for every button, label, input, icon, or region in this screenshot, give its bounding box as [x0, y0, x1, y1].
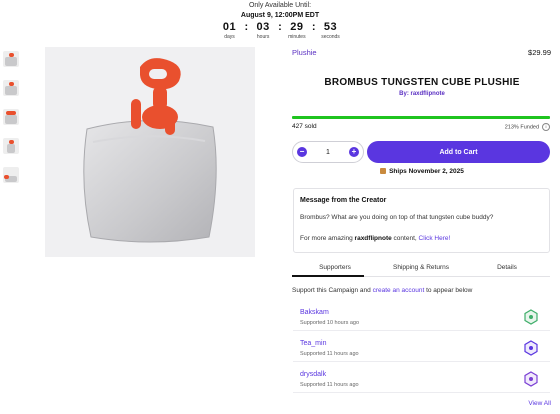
supporter-name[interactable]: Bakskam — [300, 309, 329, 316]
funding-progress-bar — [292, 116, 550, 119]
countdown-hours: 03 hours — [252, 21, 274, 40]
product-image — [45, 47, 255, 257]
supporter-time: Supported 11 hours ago — [300, 351, 359, 357]
countdown-days-value: 01 — [222, 21, 237, 33]
countdown-days-label: days — [224, 34, 235, 40]
availability-heading: Only Available Until: — [248, 2, 312, 9]
decrease-quantity-button[interactable]: − — [297, 147, 307, 157]
countdown-hours-value: 03 — [256, 21, 270, 33]
view-all-supporters-link[interactable]: View All — [500, 400, 551, 407]
thumbnail-list — [3, 51, 21, 183]
supporter-row — [293, 366, 550, 393]
product-title: BROMBUS TUNGSTEN CUBE PLUSHIE — [324, 77, 520, 88]
supporter-badge-icon — [524, 340, 538, 356]
tab-shipping-returns[interactable]: Shipping & Returns — [378, 264, 464, 276]
countdown-seconds-label: seconds — [321, 34, 340, 40]
supporter-row — [293, 304, 550, 331]
ship-date-text: Ships November 2, 2025 — [389, 168, 464, 175]
increase-quantity-button[interactable]: + — [349, 147, 359, 157]
supporter-badge-icon — [524, 309, 538, 325]
creator-message-footer: For more amazing raxdflipnote content, C… — [300, 235, 450, 242]
note-text: to appear below — [424, 287, 473, 294]
countdown-separator: : — [244, 21, 249, 33]
supporter-time: Supported 11 hours ago — [300, 382, 359, 388]
add-to-cart-button[interactable]: Add to Cart — [367, 141, 550, 163]
countdown-seconds-value: 53 — [323, 21, 338, 33]
plushie-illustration — [83, 58, 217, 243]
thumbnail-3[interactable] — [3, 109, 19, 125]
creator-name: raxdflipnote — [354, 235, 392, 242]
supporter-badge-icon — [524, 371, 538, 387]
quantity-value[interactable]: 1 — [326, 149, 330, 156]
creator-message-body: Brombus? What are you doing on top of th… — [300, 214, 494, 221]
active-tab-indicator — [292, 275, 364, 277]
thumbnail-2[interactable] — [3, 80, 19, 96]
countdown-seconds: 53 seconds — [320, 21, 342, 40]
countdown-minutes-value: 29 — [290, 21, 304, 33]
funded-percent: 213% Funded i — [450, 123, 550, 131]
sold-count: 427 sold — [292, 123, 317, 130]
countdown-separator: : — [278, 21, 282, 33]
funded-percent-text: 213% Funded — [504, 124, 539, 131]
click-here-link[interactable]: Click Here! — [419, 235, 451, 242]
thumbnail-1[interactable] — [3, 51, 19, 67]
tab-details[interactable]: Details — [464, 264, 550, 276]
box-icon — [380, 168, 387, 175]
ship-date: Ships November 2, 2025 — [292, 168, 552, 175]
thumbnail-4[interactable] — [3, 138, 19, 154]
countdown-timer: 01 days : 03 hours : 29 minutes : 53 sec… — [0, 21, 560, 40]
footer-text: For more amazing — [300, 235, 355, 242]
supporters-note: Support this Campaign and create an acco… — [292, 287, 472, 294]
create-account-link[interactable]: create an account — [373, 287, 425, 294]
availability-deadline: August 9, 12:00PM EDT — [240, 12, 320, 19]
supporter-time: Supported 10 hours ago — [300, 320, 360, 326]
countdown-days: 01 days — [218, 21, 240, 40]
supporter-name[interactable]: Tea_min — [300, 340, 326, 347]
creator-link[interactable]: By: raxdflipnote — [292, 91, 552, 97]
footer-text: content, — [391, 235, 419, 242]
supporter-name[interactable]: drysdalk — [300, 371, 326, 378]
supporter-row — [293, 335, 550, 362]
countdown-separator: : — [311, 21, 316, 33]
note-text: Support this Campaign and — [292, 287, 373, 294]
creator-message-title: Message from the Creator — [300, 197, 387, 204]
countdown-minutes: 29 minutes — [286, 21, 308, 40]
product-category-link[interactable]: Plushie — [292, 48, 317, 57]
countdown-hours-label: hours — [256, 34, 270, 40]
product-price: $29.99 — [528, 48, 551, 57]
quantity-stepper: − 1 + — [292, 141, 364, 163]
thumbnail-5[interactable] — [3, 167, 19, 183]
info-icon[interactable]: i — [542, 123, 550, 131]
countdown-minutes-label: minutes — [288, 34, 306, 40]
